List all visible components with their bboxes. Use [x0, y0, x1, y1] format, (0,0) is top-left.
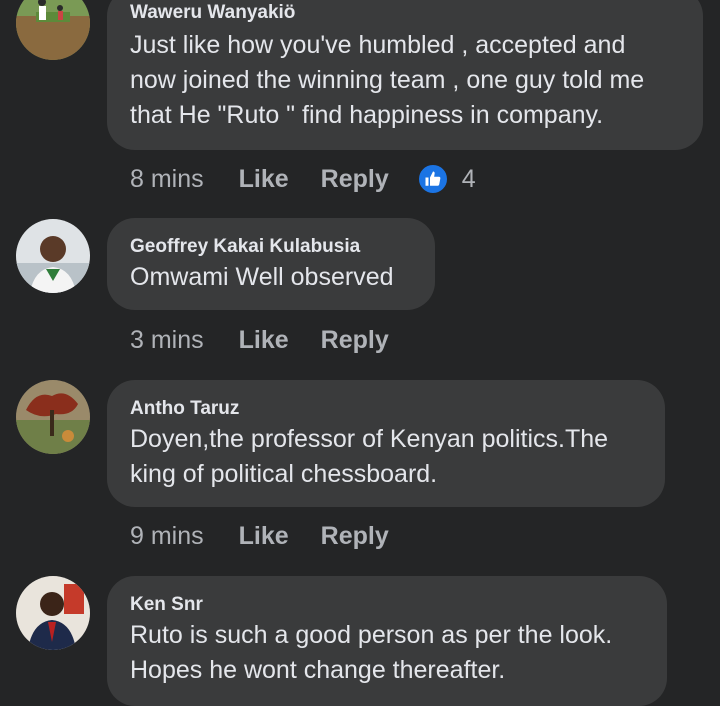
reply-button[interactable]: Reply: [321, 165, 389, 194]
comment-text-line: Hopes he wont change thereafter.: [130, 656, 506, 684]
avatar[interactable]: [16, 380, 90, 454]
comment-actions: 8 mins Like Reply 4: [130, 159, 476, 199]
reply-button[interactable]: Reply: [321, 522, 389, 551]
reaction-count: 4: [461, 164, 476, 193]
avatar[interactable]: [16, 0, 90, 60]
reply-button[interactable]: Reply: [321, 326, 389, 355]
avatar-image: [16, 219, 90, 293]
comment-author[interactable]: Ken Snr: [130, 594, 203, 616]
comment-bubble: Antho Taruz Doyen,the professor of Kenya…: [107, 380, 665, 507]
comment-author[interactable]: Waweru Wanyakiö: [130, 2, 295, 24]
avatar[interactable]: [16, 576, 90, 650]
reaction-summary[interactable]: 4: [416, 163, 476, 195]
thumbs-up-icon: [416, 163, 449, 195]
avatar-image: [16, 380, 90, 454]
comment-timestamp[interactable]: 8 mins: [130, 165, 204, 194]
like-button[interactable]: Like: [239, 165, 289, 194]
comment-bubble: Waweru Wanyakiö Just like how you've hum…: [107, 0, 703, 150]
comment-actions: 9 mins Like Reply: [130, 516, 421, 556]
comment-actions: 3 mins Like Reply: [130, 320, 421, 360]
comment-text-line: Just like how you've humbled , accepted …: [130, 31, 626, 59]
comment-bubble: Ken Snr Ruto is such a good person as pe…: [107, 576, 667, 706]
like-button[interactable]: Like: [239, 522, 289, 551]
comment-text-line: Doyen,the professor of Kenyan politics.T…: [130, 425, 609, 453]
avatar-image: [16, 0, 90, 60]
comment-bubble: Geoffrey Kakai Kulabusia Omwami Well obs…: [107, 218, 435, 310]
comment-text-line: Omwami Well observed: [130, 263, 394, 291]
comment-author[interactable]: Antho Taruz: [130, 398, 239, 420]
comment-timestamp[interactable]: 9 mins: [130, 522, 204, 551]
comment-text-line: that He "Ruto " find happiness in compan…: [130, 101, 604, 129]
avatar-image: [16, 576, 90, 650]
comment-text-line: now joined the winning team , one guy to…: [130, 66, 645, 94]
like-button[interactable]: Like: [239, 326, 289, 355]
comment-timestamp[interactable]: 3 mins: [130, 326, 204, 355]
comment-author[interactable]: Geoffrey Kakai Kulabusia: [130, 236, 360, 258]
avatar[interactable]: [16, 219, 90, 293]
comment-text-line: Ruto is such a good person as per the lo…: [130, 621, 613, 649]
comment-text-line: king of political chessboard.: [130, 460, 438, 488]
